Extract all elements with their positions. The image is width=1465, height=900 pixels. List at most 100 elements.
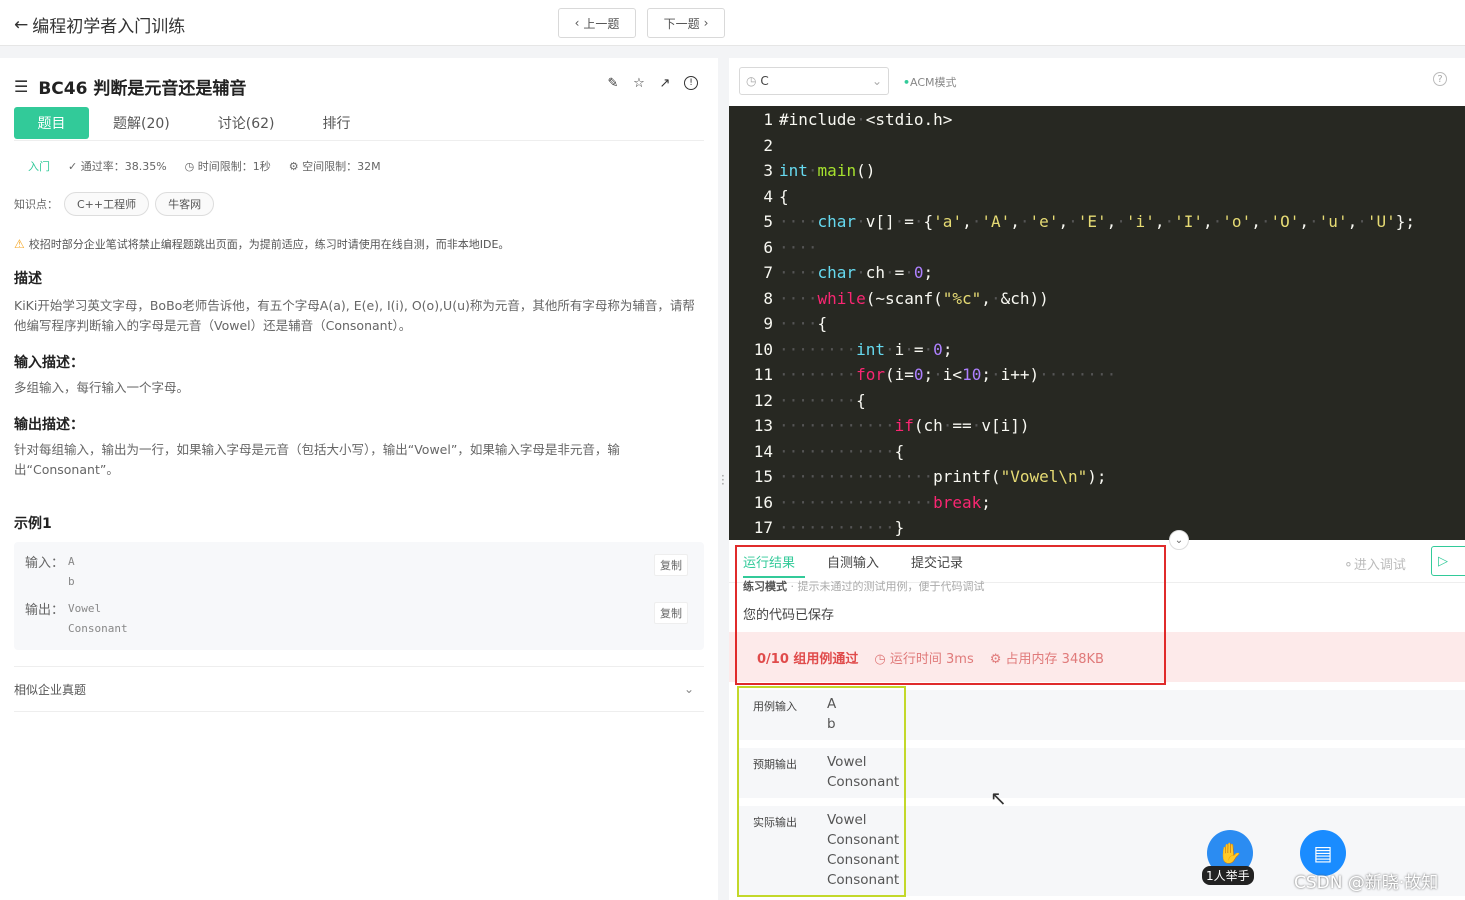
tab-ranking[interactable]: 排行 [299, 107, 375, 139]
chevron-left-icon: ‹ [574, 16, 580, 30]
next-label: 下一题 [663, 16, 700, 31]
similar-questions[interactable]: 相似企业真题 ⌄ [14, 666, 704, 712]
code-line: ········{ [779, 390, 866, 410]
example-input-label: 输入： [25, 556, 65, 571]
hand-icon: ✋ [1217, 841, 1243, 865]
tab-run-result[interactable]: 运行结果 [743, 552, 795, 571]
line-number: 8 [763, 288, 773, 308]
output-desc-text: 针对每组输入，输出为一行，如果输入字母是元音（包括大小写），输出“Vowel”，… [14, 442, 620, 477]
similar-label: 相似企业真题 [14, 682, 87, 697]
level-badge: 入门 [28, 160, 50, 173]
chevron-down-icon: ⌄ [871, 74, 882, 88]
case-input-line: b [827, 716, 836, 732]
result-tabs: 运行结果 自测输入 提交记录 [743, 552, 963, 571]
clock-icon: ◷ [184, 160, 198, 173]
example-output: 输出： Vowel Consonant [25, 599, 128, 639]
tab-custom-input[interactable]: 自测输入 [827, 552, 879, 571]
case-input-row: 用例输入 A b [739, 690, 1465, 740]
practice-mode-hint: 练习模式 · 提示未通过的测试用例，便于代码调试 [743, 580, 985, 593]
help-icon[interactable]: ? [1433, 72, 1447, 86]
run-button[interactable]: ▷ [1431, 546, 1465, 576]
problem-title: BC46 判断是元音还是辅音 [38, 79, 247, 99]
warning-icon: ⚠ [14, 237, 25, 251]
code-panel: ◷ C ⌄ •ACM模式 ? 1 #include·<stdio.h> 2 3 in… [729, 58, 1465, 900]
code-line: ····while(~scanf("%c",·&ch)) [779, 288, 1049, 308]
knowledge-points: 知识点： C++工程师 牛客网 [14, 192, 215, 216]
pass-count: 0/10 组用例通过 [757, 651, 859, 667]
copy-output-button[interactable]: 复制 [654, 602, 688, 624]
back-button[interactable]: ← 编程初学者入门训练 [14, 12, 186, 38]
raise-hand-count: 1人举手 [1202, 866, 1254, 885]
expected-label: 预期输出 [753, 758, 797, 771]
line-number: 5 [763, 212, 773, 231]
line-number: 10 [753, 339, 773, 359]
desc-text: KiKi开始学习英文字母，BoBo老师告诉他，有五个字母A(a), E(e), … [14, 298, 695, 333]
line-number: 14 [753, 441, 773, 461]
panel-resize-handle[interactable]: · · · [721, 470, 725, 490]
info-icon[interactable]: ! [684, 76, 698, 90]
run-time: ◷ 运行时间 3ms [874, 651, 974, 667]
back-label: 编程初学者入门训练 [32, 17, 186, 37]
language-select[interactable]: ◷ C ⌄ [739, 67, 889, 95]
share-icon[interactable]: ↗ [658, 76, 672, 91]
code-line: int·main() [779, 161, 876, 180]
line-number: 17 [753, 518, 773, 537]
warning-text: 校招时部分企业笔试将禁止编程题跳出页面，为提前适应，练习时请使用在线自测，而非本… [28, 238, 510, 251]
code-line: ················break; [779, 492, 991, 512]
example-output-line: Consonant [68, 622, 128, 635]
example-output-label: 输出： [25, 603, 65, 618]
actual-line: Consonant [827, 872, 900, 888]
space-limit: ⚙ 空间限制：32M [288, 160, 381, 173]
actual-line: Consonant [827, 852, 900, 868]
code-line: ···· [779, 237, 818, 257]
code-line: ········for(i=0;·i<10;·i++)········ [779, 365, 1117, 384]
copy-input-button[interactable]: 复制 [654, 554, 688, 576]
star-icon[interactable]: ☆ [632, 76, 646, 91]
debug-button[interactable]: ⚬进入调试 [1343, 554, 1406, 573]
exam-warning: ⚠ 校招时部分企业笔试将禁止编程题跳出页面，为提前适应，练习时请使用在线自测，而… [14, 236, 509, 252]
prev-question-button[interactable]: ‹ 上一题 [558, 8, 636, 38]
actual-label: 实际输出 [753, 816, 797, 829]
prev-label: 上一题 [583, 16, 620, 31]
tab-discussion[interactable]: 讨论(62) [194, 107, 299, 139]
list-icon[interactable]: ☰ [14, 77, 28, 96]
input-desc-heading: 输入描述： [14, 355, 84, 371]
expected-line: Consonant [827, 774, 900, 790]
code-line: ················printf("Vowel\n"); [779, 467, 1107, 486]
case-input-label: 用例输入 [753, 700, 797, 713]
actual-line: Consonant [827, 832, 900, 848]
memory-usage: ⚙ 占用内存 348KB [989, 651, 1104, 667]
check-circle-icon: ✓ [68, 160, 81, 173]
tabs-divider [14, 140, 704, 141]
tag-chip[interactable]: C++工程师 [64, 192, 150, 216]
line-number: 12 [753, 390, 773, 410]
output-desc-heading: 输出描述： [14, 417, 84, 433]
top-bar: ← 编程初学者入门训练 ‹ 上一题 下一题 › [0, 0, 1465, 46]
next-question-button[interactable]: 下一题 › [647, 8, 725, 38]
tab-submissions[interactable]: 提交记录 [911, 552, 963, 571]
example-output-line: Vowel [68, 602, 102, 615]
line-number: 4 [763, 186, 773, 206]
gear-icon: ⚙ [989, 651, 1006, 667]
line-number: 6 [763, 237, 773, 257]
code-line: #include·<stdio.h> [779, 110, 953, 129]
tag-chip[interactable]: 牛客网 [155, 192, 215, 216]
code-line: ····char·v[]·=·{'a',·'A',·'e',·'E',·'i',… [779, 212, 1416, 231]
tab-solutions[interactable]: 题解(20) [89, 107, 194, 139]
result-summary: 0/10 组用例通过 ◷ 运行时间 3ms ⚙ 占用内存 348KB [729, 632, 1465, 682]
example-input-line: b [68, 575, 75, 588]
edit-icon[interactable]: ✎ [606, 76, 620, 91]
expected-line: Vowel [827, 754, 867, 770]
problem-meta: 入门 ✓ 通过率：38.35% ◷ 时间限制：1秒 ⚙ 空间限制：32M [14, 158, 381, 174]
expected-output-row: 预期输出 Vowel Consonant [739, 748, 1465, 798]
code-editor[interactable]: 1 #include·<stdio.h> 2 3 int·main() 4 { 5 ··… [729, 106, 1465, 540]
line-number: 2 [763, 135, 773, 155]
collapse-result-button[interactable]: ⌄ [1169, 530, 1189, 550]
clock-icon: ◷ [874, 651, 890, 667]
line-number: 11 [753, 365, 773, 384]
play-icon: ▷ [1438, 553, 1448, 569]
tab-problem[interactable]: 题目 [14, 107, 89, 139]
input-desc-text: 多组输入，每行输入一个字母。 [14, 380, 190, 395]
example-box: 输入： A b 复制 输出： Vowel Consonant 复制 [14, 542, 704, 650]
lock-icon: ⚬ [1343, 558, 1354, 573]
